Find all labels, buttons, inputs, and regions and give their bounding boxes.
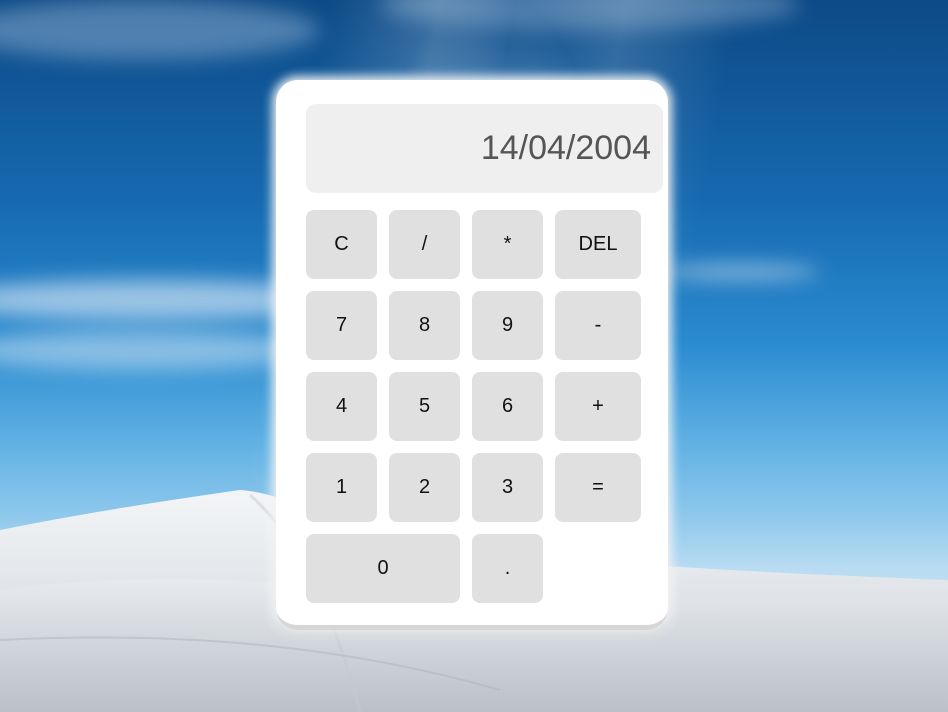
decimal-button[interactable]: . [472, 534, 543, 603]
digit-0-button[interactable]: 0 [306, 534, 460, 603]
delete-button[interactable]: DEL [555, 210, 641, 279]
digit-7-button[interactable]: 7 [306, 291, 377, 360]
calculator-display: 14/04/2004 [306, 104, 663, 193]
calculator-panel: 14/04/2004 C / * DEL 7 8 9 - 4 5 6 + 1 2… [276, 80, 668, 630]
display-value: 14/04/2004 [480, 129, 651, 167]
clear-button[interactable]: C [306, 210, 377, 279]
digit-6-button[interactable]: 6 [472, 372, 543, 441]
digit-3-button[interactable]: 3 [472, 453, 543, 522]
minus-button[interactable]: - [555, 291, 641, 360]
digit-2-button[interactable]: 2 [389, 453, 460, 522]
digit-1-button[interactable]: 1 [306, 453, 377, 522]
digit-5-button[interactable]: 5 [389, 372, 460, 441]
digit-8-button[interactable]: 8 [389, 291, 460, 360]
digit-9-button[interactable]: 9 [472, 291, 543, 360]
plus-button[interactable]: + [555, 372, 641, 441]
equals-button[interactable]: = [555, 453, 641, 522]
digit-4-button[interactable]: 4 [306, 372, 377, 441]
divide-button[interactable]: / [389, 210, 460, 279]
multiply-button[interactable]: * [472, 210, 543, 279]
